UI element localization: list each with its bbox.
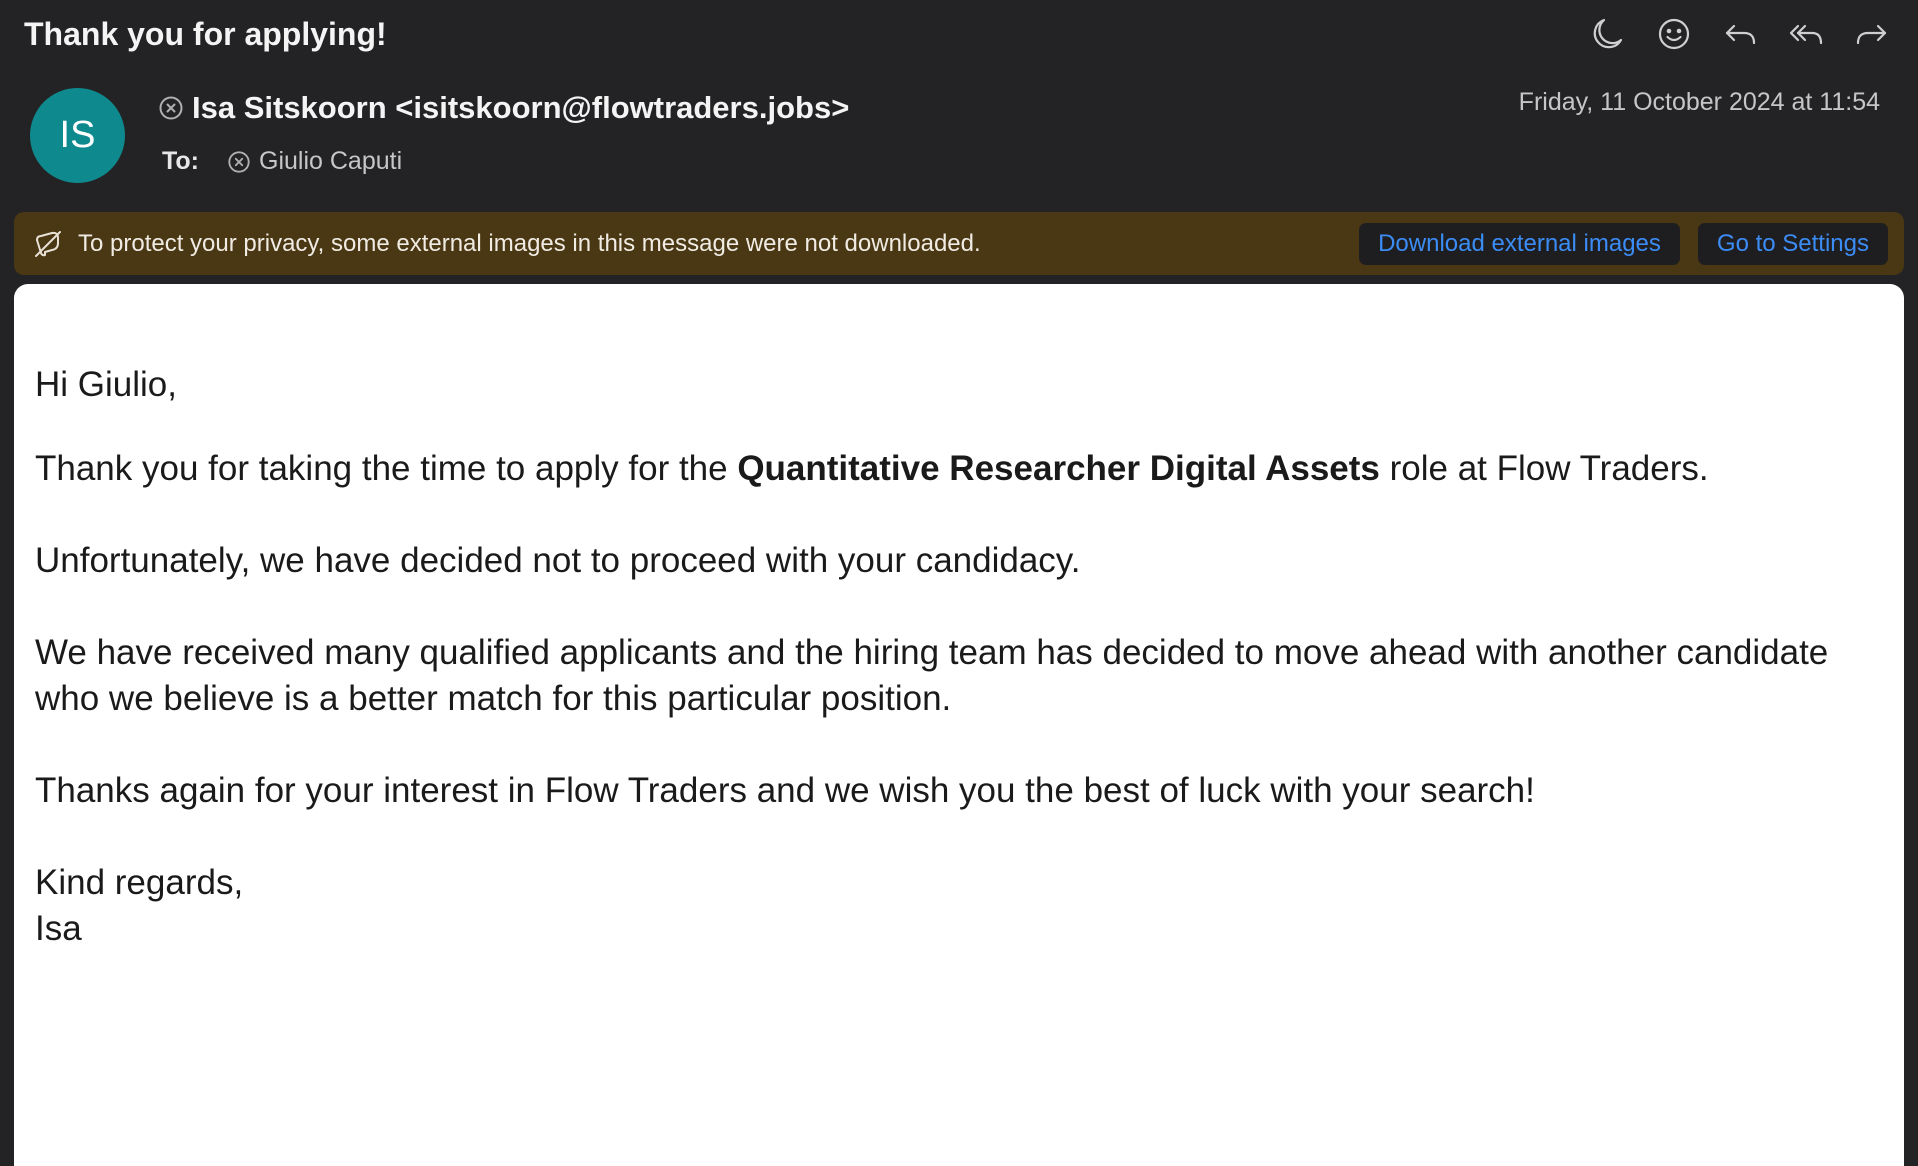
remove-circle-icon xyxy=(228,150,250,173)
sender-avatar: IS xyxy=(30,88,125,183)
mail-window: Thank you for applying! IS Isa Sitskoorn… xyxy=(0,0,1918,1166)
reply-all-icon[interactable] xyxy=(1788,12,1824,56)
smiley-icon[interactable] xyxy=(1656,12,1692,56)
privacy-shield-icon xyxy=(35,230,61,257)
body-paragraph: Thanks again for your interest in Flow T… xyxy=(35,771,1535,810)
privacy-banner-text: To protect your privacy, some external i… xyxy=(78,229,981,257)
body-text: Thank you for taking the time to apply f… xyxy=(35,449,738,488)
recipient-name[interactable]: Giulio Caputi xyxy=(259,147,402,176)
email-date: Friday, 11 October 2024 at 11:54 xyxy=(1518,88,1880,116)
reply-icon[interactable] xyxy=(1722,12,1758,56)
remove-circle-icon xyxy=(159,96,183,120)
recipient-line: To: Giulio Caputi xyxy=(162,147,402,176)
forward-icon[interactable] xyxy=(1854,12,1890,56)
body-paragraph: Unfortunately, we have decided not to pr… xyxy=(35,541,1081,580)
sender-line: Isa Sitskoorn <isitskoorn@flowtraders.jo… xyxy=(158,90,849,126)
email-subject: Thank you for applying! xyxy=(24,16,387,52)
moon-icon[interactable] xyxy=(1590,12,1626,56)
message-body: Hi Giulio, Thank you for taking the time… xyxy=(14,284,1904,1166)
signoff: Kind regards, xyxy=(35,863,244,902)
signature: Isa xyxy=(35,909,82,948)
sender-address[interactable]: Isa Sitskoorn <isitskoorn@flowtraders.jo… xyxy=(192,90,849,126)
to-label: To: xyxy=(162,147,200,175)
go-to-settings-button[interactable]: Go to Settings xyxy=(1697,222,1888,265)
message-toolbar xyxy=(1590,12,1890,56)
body-paragraph: We have received many qualified applican… xyxy=(35,633,1829,718)
role-title: Quantitative Researcher Digital Assets xyxy=(737,449,1380,488)
body-text: role at Flow Traders. xyxy=(1379,449,1709,488)
greeting: Hi Giulio, xyxy=(35,365,177,404)
privacy-banner: To protect your privacy, some external i… xyxy=(14,212,1904,275)
body-paragraph: Thank you for taking the time to apply f… xyxy=(35,446,1884,492)
download-external-images-button[interactable]: Download external images xyxy=(1359,222,1680,265)
